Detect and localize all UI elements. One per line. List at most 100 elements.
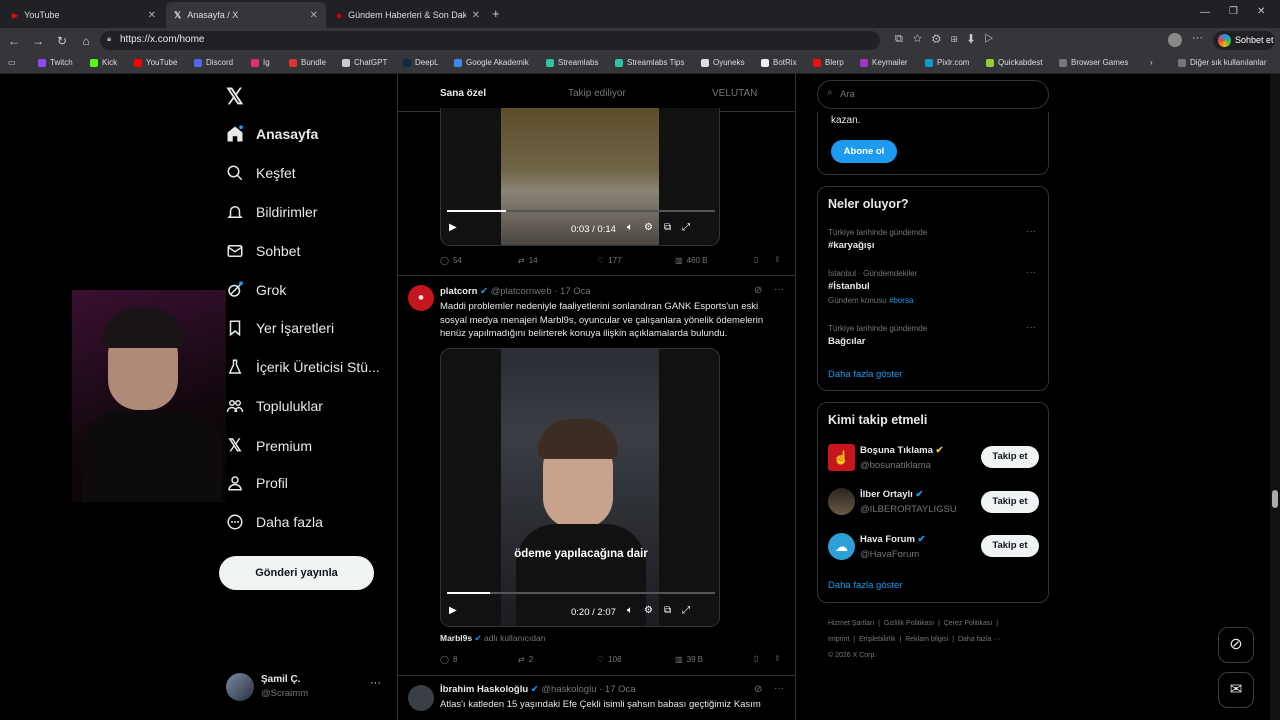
- nav-home[interactable]: Anasayfa: [226, 125, 318, 143]
- x-logo-icon[interactable]: 𝕏: [226, 84, 244, 110]
- nav-creator-studio[interactable]: İçerik Üreticisi Stü...: [226, 358, 380, 376]
- retweet-button[interactable]: ⇄ 2: [518, 655, 533, 664]
- bookmark-kick[interactable]: Kick: [90, 58, 117, 67]
- subscribe-button[interactable]: Abone ol: [831, 140, 897, 163]
- home-icon[interactable]: ⌂: [74, 34, 98, 48]
- bookmark-bundle[interactable]: Bundle: [289, 58, 326, 67]
- search-input[interactable]: ⌕ Ara: [817, 80, 1049, 109]
- like-button[interactable]: ♡ 177: [597, 256, 622, 265]
- reading-list-icon[interactable]: ▭: [8, 58, 16, 67]
- follow-button[interactable]: Takip et: [981, 491, 1039, 513]
- messages-floating-button[interactable]: ✉: [1218, 672, 1254, 708]
- video-progress[interactable]: [447, 592, 715, 594]
- bookmark-blerp[interactable]: Blerp: [813, 58, 844, 67]
- nav-bookmarks[interactable]: Yer İşaretleri: [226, 319, 334, 337]
- play-icon[interactable]: ▶: [449, 222, 457, 233]
- footer-link[interactable]: Çerez Politikası: [944, 620, 993, 627]
- author-handle[interactable]: @platcornweb: [491, 286, 552, 297]
- author-name[interactable]: platcorn: [440, 286, 477, 297]
- reply-button[interactable]: ◯ 8: [440, 655, 457, 664]
- post-button[interactable]: Gönderi yayınla: [219, 556, 374, 590]
- nav-communities[interactable]: Topluluklar: [226, 397, 323, 415]
- bookmark-youtube[interactable]: YouTube: [134, 58, 177, 67]
- avatar[interactable]: ◉: [408, 285, 434, 311]
- more-icon[interactable]: ···: [774, 284, 784, 295]
- tab-x-home[interactable]: 𝕏 Anasayfa / X ✕: [166, 2, 326, 28]
- more-icon[interactable]: ···: [1026, 322, 1036, 333]
- author-name[interactable]: İbrahim Haskoloğlu: [440, 684, 528, 695]
- refresh-icon[interactable]: ↻: [50, 34, 74, 48]
- more-icon[interactable]: ···: [370, 677, 381, 689]
- close-icon[interactable]: ✕: [310, 10, 318, 21]
- bookmark-quickabdest[interactable]: Quickabdest: [986, 58, 1042, 67]
- bookmark-browser-games[interactable]: Browser Games: [1059, 58, 1128, 67]
- profile-switcher[interactable]: Şamil Ç. @Scraimm ···: [226, 671, 384, 705]
- views-button[interactable]: ▥ 460 B: [675, 256, 707, 265]
- scrollbar-thumb[interactable]: [1272, 490, 1278, 508]
- bookmark-icon[interactable]: ▯: [754, 255, 758, 264]
- bookmark-pixlr[interactable]: Pixlr.com: [925, 58, 969, 67]
- other-bookmarks[interactable]: Diğer sık kullanılanlar: [1178, 58, 1266, 67]
- copilot-button[interactable]: Sohbet et: [1213, 31, 1275, 50]
- close-icon[interactable]: ✕: [472, 10, 480, 21]
- follow-suggestion[interactable]: ☝ Boşuna Tıklama ✔ @bosunatiklama Takip …: [818, 441, 1048, 481]
- more-icon[interactable]: ···: [1026, 226, 1036, 237]
- trend-topic-link[interactable]: #borsa: [889, 296, 913, 305]
- footer-link[interactable]: Hizmet Şartları: [828, 620, 874, 627]
- url-field[interactable]: 🔒︎ https://x.com/home: [100, 31, 880, 50]
- retweet-button[interactable]: ⇄ 14: [518, 256, 538, 265]
- tab-youtube[interactable]: ▶ YouTube ✕: [4, 2, 164, 28]
- like-button[interactable]: ♡ 108: [597, 655, 622, 664]
- share-icon[interactable]: ⇪: [774, 255, 781, 264]
- show-more-link[interactable]: Daha fazla göster: [828, 580, 902, 591]
- show-more-link[interactable]: Daha fazla göster: [828, 369, 902, 380]
- nav-messages[interactable]: Sohbet: [226, 242, 300, 260]
- nav-profile[interactable]: Profil: [226, 474, 288, 492]
- footer-link[interactable]: Gizlilik Politikası: [884, 620, 934, 627]
- footer-link[interactable]: Imprint: [828, 636, 849, 643]
- bookmark-keymailer[interactable]: Keymailer: [860, 58, 908, 67]
- footer-link[interactable]: Daha fazla ···: [958, 636, 1000, 643]
- bookmark-deepl[interactable]: DeepL: [403, 58, 439, 67]
- close-window-button[interactable]: ✕: [1257, 6, 1265, 17]
- bookmark-discord[interactable]: Discord: [194, 58, 233, 67]
- nav-notifications[interactable]: Bildirimler: [226, 203, 317, 221]
- footer-link[interactable]: Reklam bilgisi: [905, 636, 948, 643]
- nav-more[interactable]: Daha fazla: [226, 513, 323, 531]
- tweet-date[interactable]: · 17 Oca: [599, 684, 635, 695]
- more-icon[interactable]: ···: [1026, 267, 1036, 278]
- tab-velutan[interactable]: VELUTAN: [712, 88, 757, 99]
- trend-item[interactable]: Türkiye tarihinde gündemde Bağcılar ···: [818, 321, 1048, 361]
- tab-following[interactable]: Takip ediliyor: [568, 88, 626, 99]
- author-handle[interactable]: @haskologlu: [541, 684, 596, 695]
- extension-icons[interactable]: ⧉☆⚙⊞⬇▷: [895, 33, 1003, 46]
- bookmark-icon[interactable]: ▯: [754, 654, 758, 663]
- bookmark-oyuneks[interactable]: Oyuneks: [701, 58, 745, 67]
- play-icon[interactable]: ▶: [449, 605, 457, 616]
- grok-icon[interactable]: ⊘: [754, 684, 762, 695]
- scrollbar[interactable]: [1270, 74, 1280, 720]
- avatar[interactable]: [1168, 33, 1182, 47]
- video-control-icons[interactable]: 🔈︎⚙⧉⤢: [627, 222, 701, 233]
- reply-button[interactable]: ◯ 54: [440, 256, 462, 265]
- trend-item[interactable]: Türkiye tarihinde gündemde #karyağışı ··…: [818, 225, 1048, 265]
- video-control-icons[interactable]: 🔈︎⚙⧉⤢: [627, 605, 701, 616]
- grok-icon[interactable]: ⊘: [754, 285, 762, 296]
- bookmark-streamlabs-tips[interactable]: Streamlabs Tips: [615, 58, 684, 67]
- tab-for-you[interactable]: Sana özel: [440, 88, 486, 111]
- tweet-date[interactable]: · 17 Oca: [554, 286, 590, 297]
- bookmark-twitch[interactable]: Twitch: [38, 58, 73, 67]
- video-progress[interactable]: [447, 210, 715, 212]
- bookmark-streamlabs[interactable]: Streamlabs: [546, 58, 598, 67]
- follow-suggestion[interactable]: İlber Ortaylı ✔ @ILBERORTAYLIGSU Takip e…: [818, 485, 1048, 525]
- tab-gundem[interactable]: ◆ Gündem Haberleri & Son Dakika H ✕: [328, 2, 488, 28]
- back-icon[interactable]: ←: [2, 34, 26, 48]
- bookmark-ig[interactable]: Ig: [251, 58, 270, 67]
- footer-link[interactable]: Erişilebilirlik: [859, 636, 896, 643]
- close-icon[interactable]: ✕: [148, 10, 156, 21]
- bookmark-google-akademik[interactable]: Google Akademik: [454, 58, 529, 67]
- follow-button[interactable]: Takip et: [981, 535, 1039, 557]
- bookmark-botrix[interactable]: BotRix: [761, 58, 797, 67]
- forward-icon[interactable]: →: [26, 34, 50, 48]
- maximize-button[interactable]: ❐: [1229, 6, 1238, 17]
